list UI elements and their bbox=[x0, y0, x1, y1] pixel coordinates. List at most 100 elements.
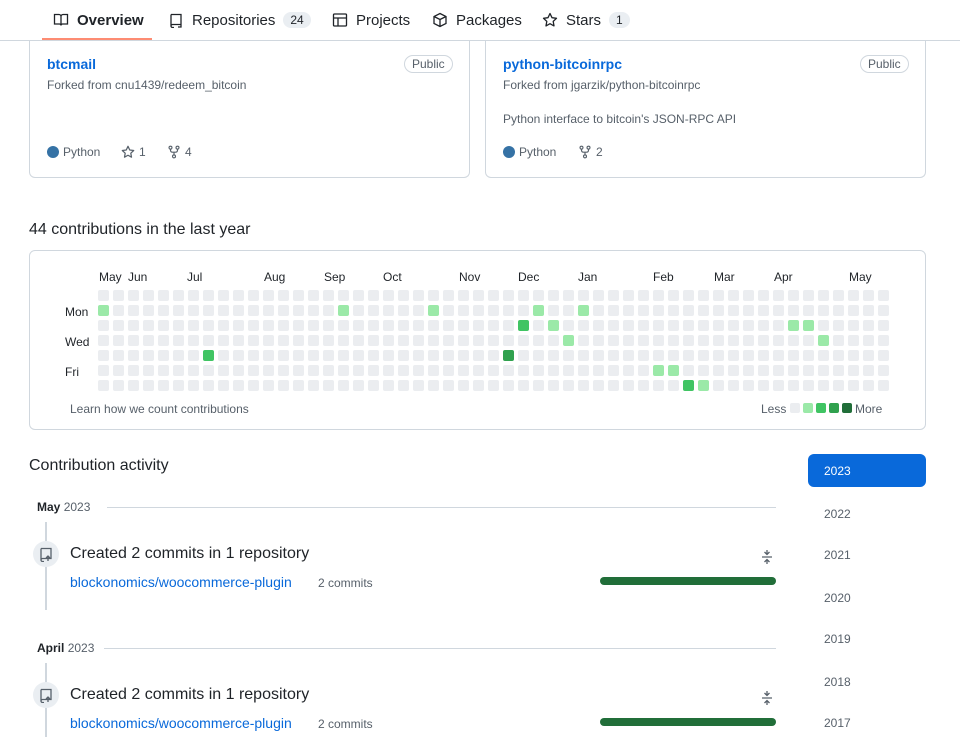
contribution-day[interactable] bbox=[758, 320, 769, 331]
contribution-day[interactable] bbox=[728, 305, 739, 316]
contribution-day[interactable] bbox=[158, 320, 169, 331]
contribution-day[interactable] bbox=[353, 350, 364, 361]
contribution-day[interactable] bbox=[758, 335, 769, 346]
repo-name-link[interactable]: btcmail bbox=[47, 56, 96, 72]
activity-repo-link[interactable]: blockonomics/woocommerce-plugin bbox=[70, 574, 292, 590]
contribution-day[interactable] bbox=[773, 335, 784, 346]
contribution-day[interactable] bbox=[158, 305, 169, 316]
contribution-day[interactable] bbox=[848, 350, 859, 361]
year-link-2021[interactable]: 2021 bbox=[808, 538, 926, 571]
contribution-day[interactable] bbox=[878, 335, 889, 346]
contribution-day[interactable] bbox=[698, 335, 709, 346]
contribution-day[interactable] bbox=[413, 290, 424, 301]
year-link-2018[interactable]: 2018 bbox=[808, 665, 926, 698]
contribution-day[interactable] bbox=[878, 350, 889, 361]
contribution-day[interactable] bbox=[413, 335, 424, 346]
contribution-day[interactable] bbox=[128, 350, 139, 361]
contribution-day[interactable] bbox=[383, 320, 394, 331]
contribution-day[interactable] bbox=[623, 335, 634, 346]
contribution-day[interactable] bbox=[398, 320, 409, 331]
contribution-day[interactable] bbox=[638, 320, 649, 331]
contribution-day[interactable] bbox=[398, 350, 409, 361]
year-link-2020[interactable]: 2020 bbox=[808, 581, 926, 614]
contribution-day[interactable] bbox=[173, 320, 184, 331]
contribution-day[interactable] bbox=[503, 365, 514, 376]
contribution-day[interactable] bbox=[128, 290, 139, 301]
contribution-day[interactable] bbox=[803, 350, 814, 361]
contribution-day[interactable] bbox=[863, 335, 874, 346]
contribution-day[interactable] bbox=[638, 290, 649, 301]
contribution-day[interactable] bbox=[428, 350, 439, 361]
contribution-day[interactable] bbox=[503, 305, 514, 316]
contribution-day[interactable] bbox=[608, 320, 619, 331]
contribution-day[interactable] bbox=[488, 320, 499, 331]
contribution-day[interactable] bbox=[833, 380, 844, 391]
contribution-day[interactable] bbox=[623, 305, 634, 316]
contribution-day[interactable] bbox=[788, 335, 799, 346]
contribution-day[interactable] bbox=[743, 350, 754, 361]
contribution-day[interactable] bbox=[533, 380, 544, 391]
contribution-day[interactable] bbox=[338, 350, 349, 361]
contribution-day[interactable] bbox=[248, 290, 259, 301]
contribution-day[interactable] bbox=[743, 380, 754, 391]
contribution-day[interactable] bbox=[353, 380, 364, 391]
contribution-day[interactable] bbox=[818, 380, 829, 391]
contribution-day[interactable] bbox=[578, 365, 589, 376]
contribution-day[interactable] bbox=[608, 290, 619, 301]
contribution-day[interactable] bbox=[548, 380, 559, 391]
contribution-day[interactable] bbox=[593, 380, 604, 391]
contribution-day[interactable] bbox=[413, 380, 424, 391]
contribution-day[interactable] bbox=[293, 380, 304, 391]
contribution-day[interactable] bbox=[458, 380, 469, 391]
contribution-day[interactable] bbox=[248, 380, 259, 391]
contribution-day[interactable] bbox=[758, 365, 769, 376]
contribution-day[interactable] bbox=[308, 320, 319, 331]
contribution-day[interactable] bbox=[848, 320, 859, 331]
contribution-day[interactable] bbox=[293, 365, 304, 376]
repo-forks[interactable]: 2 bbox=[578, 145, 603, 159]
contribution-day[interactable] bbox=[593, 290, 604, 301]
contribution-day[interactable] bbox=[338, 320, 349, 331]
tab-overview[interactable]: Overview bbox=[53, 0, 144, 40]
contribution-day[interactable] bbox=[548, 350, 559, 361]
contribution-day[interactable] bbox=[188, 320, 199, 331]
contribution-day[interactable] bbox=[368, 365, 379, 376]
contribution-day[interactable] bbox=[848, 365, 859, 376]
contribution-day[interactable] bbox=[713, 335, 724, 346]
contribution-day[interactable] bbox=[473, 335, 484, 346]
contribution-day[interactable] bbox=[368, 380, 379, 391]
contribution-day[interactable] bbox=[488, 290, 499, 301]
contribution-day[interactable] bbox=[188, 365, 199, 376]
contribution-day[interactable] bbox=[593, 305, 604, 316]
year-link-2023[interactable]: 2023 bbox=[808, 454, 926, 487]
contribution-day[interactable] bbox=[428, 335, 439, 346]
contribution-day[interactable] bbox=[473, 320, 484, 331]
contribution-day[interactable] bbox=[338, 290, 349, 301]
contribution-day[interactable] bbox=[248, 320, 259, 331]
contribution-day[interactable] bbox=[533, 335, 544, 346]
contribution-day[interactable] bbox=[878, 380, 889, 391]
contribution-day[interactable] bbox=[233, 380, 244, 391]
contribution-day[interactable] bbox=[218, 365, 229, 376]
contribution-day[interactable] bbox=[203, 305, 214, 316]
contribution-day[interactable] bbox=[698, 305, 709, 316]
contribution-day[interactable] bbox=[158, 380, 169, 391]
contribution-day[interactable] bbox=[653, 290, 664, 301]
contribution-day[interactable] bbox=[98, 290, 109, 301]
contribution-day[interactable] bbox=[668, 365, 679, 376]
contribution-day[interactable] bbox=[548, 320, 559, 331]
contribution-day[interactable] bbox=[323, 350, 334, 361]
contribution-day[interactable] bbox=[443, 350, 454, 361]
contribution-day[interactable] bbox=[578, 335, 589, 346]
contribution-day[interactable] bbox=[728, 290, 739, 301]
contribution-day[interactable] bbox=[668, 320, 679, 331]
fold-icon[interactable] bbox=[760, 690, 774, 706]
contribution-day[interactable] bbox=[113, 320, 124, 331]
contribution-day[interactable] bbox=[728, 350, 739, 361]
contribution-day[interactable] bbox=[383, 380, 394, 391]
contribution-day[interactable] bbox=[803, 305, 814, 316]
contribution-day[interactable] bbox=[98, 335, 109, 346]
contribution-day[interactable] bbox=[368, 290, 379, 301]
contribution-day[interactable] bbox=[173, 335, 184, 346]
contribution-day[interactable] bbox=[488, 380, 499, 391]
